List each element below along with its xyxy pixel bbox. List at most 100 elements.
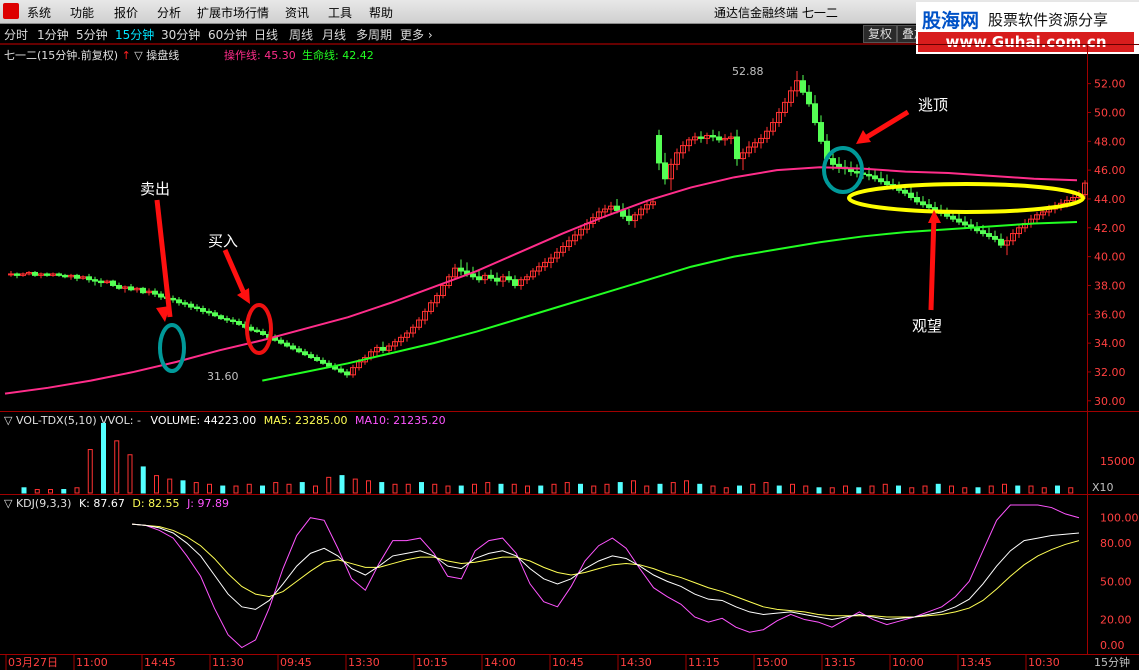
candle-body	[320, 359, 326, 364]
candle-body	[296, 348, 302, 353]
candle-body	[620, 209, 626, 217]
tab-multi-period[interactable]: 多周期	[356, 26, 392, 43]
indicator-toggle-icon[interactable]: ▽	[134, 49, 142, 62]
candle-body	[242, 323, 248, 328]
candle-body	[512, 279, 518, 286]
candle-body	[626, 215, 632, 222]
watch-arrowhead-icon	[928, 210, 941, 223]
candle-body	[392, 341, 398, 347]
candle-body	[1082, 182, 1088, 196]
volume-bar	[34, 489, 40, 494]
price-tick-label: 42.00	[1094, 222, 1126, 235]
vol-toggle-icon[interactable]: ▽	[4, 414, 12, 427]
menu-extended-market[interactable]: 扩展市场行情	[197, 4, 269, 21]
candle-body	[578, 228, 584, 236]
kdj-toggle-icon[interactable]: ▽	[4, 497, 12, 510]
tab-1min[interactable]: 1分钟	[37, 26, 69, 43]
candle-body	[836, 163, 842, 168]
candle-body	[302, 351, 308, 356]
volume-bar	[101, 422, 106, 494]
candle-body	[380, 346, 386, 351]
time-tick-label: 10:30	[1028, 656, 1060, 669]
candle-body	[608, 205, 614, 210]
tab-5min[interactable]: 5分钟	[76, 26, 108, 43]
volume-bar	[432, 483, 438, 494]
candle-body	[506, 276, 512, 281]
candle-body	[860, 172, 866, 175]
candle-body	[194, 306, 200, 310]
price-tick-label: 36.00	[1094, 308, 1126, 321]
volume-bar	[472, 483, 477, 494]
menu-help[interactable]: 帮助	[369, 4, 393, 21]
volume-bar	[843, 485, 848, 494]
tab-monthly[interactable]: 月线	[322, 26, 346, 43]
tab-60min[interactable]: 60分钟	[208, 26, 247, 43]
candle-body	[872, 175, 878, 180]
price-tick-label: 32.00	[1094, 366, 1126, 379]
menu-quote[interactable]: 报价	[114, 4, 138, 21]
volume-bar	[657, 483, 663, 494]
menu-function[interactable]: 功能	[70, 4, 94, 21]
menu-system[interactable]: 系统	[27, 4, 51, 21]
time-tick-label: 10:00	[892, 656, 924, 669]
candle-body	[788, 90, 794, 103]
candle-body	[128, 286, 134, 291]
volume-bar	[87, 449, 93, 494]
candle-body	[554, 251, 560, 259]
candle-body	[644, 204, 650, 210]
tab-weekly[interactable]: 周线	[289, 26, 313, 43]
volume-bar	[962, 487, 968, 494]
candle-body	[524, 276, 530, 281]
volume-bar	[816, 487, 822, 494]
volume-bar	[803, 485, 809, 494]
restore-rights-button[interactable]: 复权	[863, 25, 898, 43]
candle-body	[356, 361, 362, 369]
candle-body	[884, 181, 890, 186]
candle-body	[962, 221, 968, 226]
tab-15min[interactable]: 15分钟	[115, 26, 154, 43]
volume-bar	[61, 489, 67, 494]
menu-tools[interactable]: 工具	[328, 4, 352, 21]
candle-body	[110, 280, 116, 286]
volume-bar	[869, 485, 875, 494]
volume-bar	[949, 485, 954, 494]
time-tick-label: 11:15	[688, 656, 720, 669]
tab-30min[interactable]: 30分钟	[161, 26, 200, 43]
candle-body	[224, 318, 230, 321]
tab-intraday[interactable]: 分时	[4, 26, 28, 43]
kdj-j-series	[131, 504, 1080, 649]
kdj-d-series	[131, 523, 1080, 618]
volume-bar	[419, 482, 424, 494]
volume-bar	[366, 480, 371, 494]
escape-arrow-icon	[860, 109, 910, 143]
brand-url: www.Guhai.com.cn	[918, 32, 1134, 52]
tab-more[interactable]: 更多 ›	[400, 26, 433, 43]
kdj-k: K: 87.67	[78, 497, 125, 510]
candle-body	[1070, 197, 1076, 201]
vol-indicator-name[interactable]: VOL-TDX(5,10)	[16, 414, 97, 427]
brand-name: 股海网	[922, 10, 980, 32]
kdj-axis-label: 20.00	[1100, 614, 1132, 627]
candle-body	[944, 212, 950, 217]
kdj-indicator-name[interactable]: KDJ(9,3,3)	[16, 497, 72, 510]
time-tick-label: 15:00	[756, 656, 788, 669]
menu-news[interactable]: 资讯	[285, 4, 309, 21]
indicator-name[interactable]: 操盘线	[146, 49, 179, 62]
app-logo-icon	[3, 3, 19, 19]
candle-body	[404, 332, 410, 338]
time-tick-label: 11:00	[76, 656, 108, 669]
candle-body	[86, 276, 92, 281]
candle-body	[650, 201, 656, 206]
menu-analysis[interactable]: 分析	[157, 4, 181, 21]
annotation-buy: 买入	[208, 232, 238, 250]
candle-body	[68, 274, 74, 278]
candle-body	[632, 214, 638, 222]
candle-body	[692, 136, 698, 141]
candle-body	[314, 357, 320, 361]
buy-arrowhead-icon	[237, 288, 250, 304]
volume-bar	[750, 483, 756, 494]
kdj-axis-label: 50.00	[1100, 575, 1132, 588]
candle-body	[980, 230, 986, 235]
brand-slogan: 股票软件资源分享	[988, 11, 1109, 29]
tab-daily[interactable]: 日线	[254, 26, 278, 43]
